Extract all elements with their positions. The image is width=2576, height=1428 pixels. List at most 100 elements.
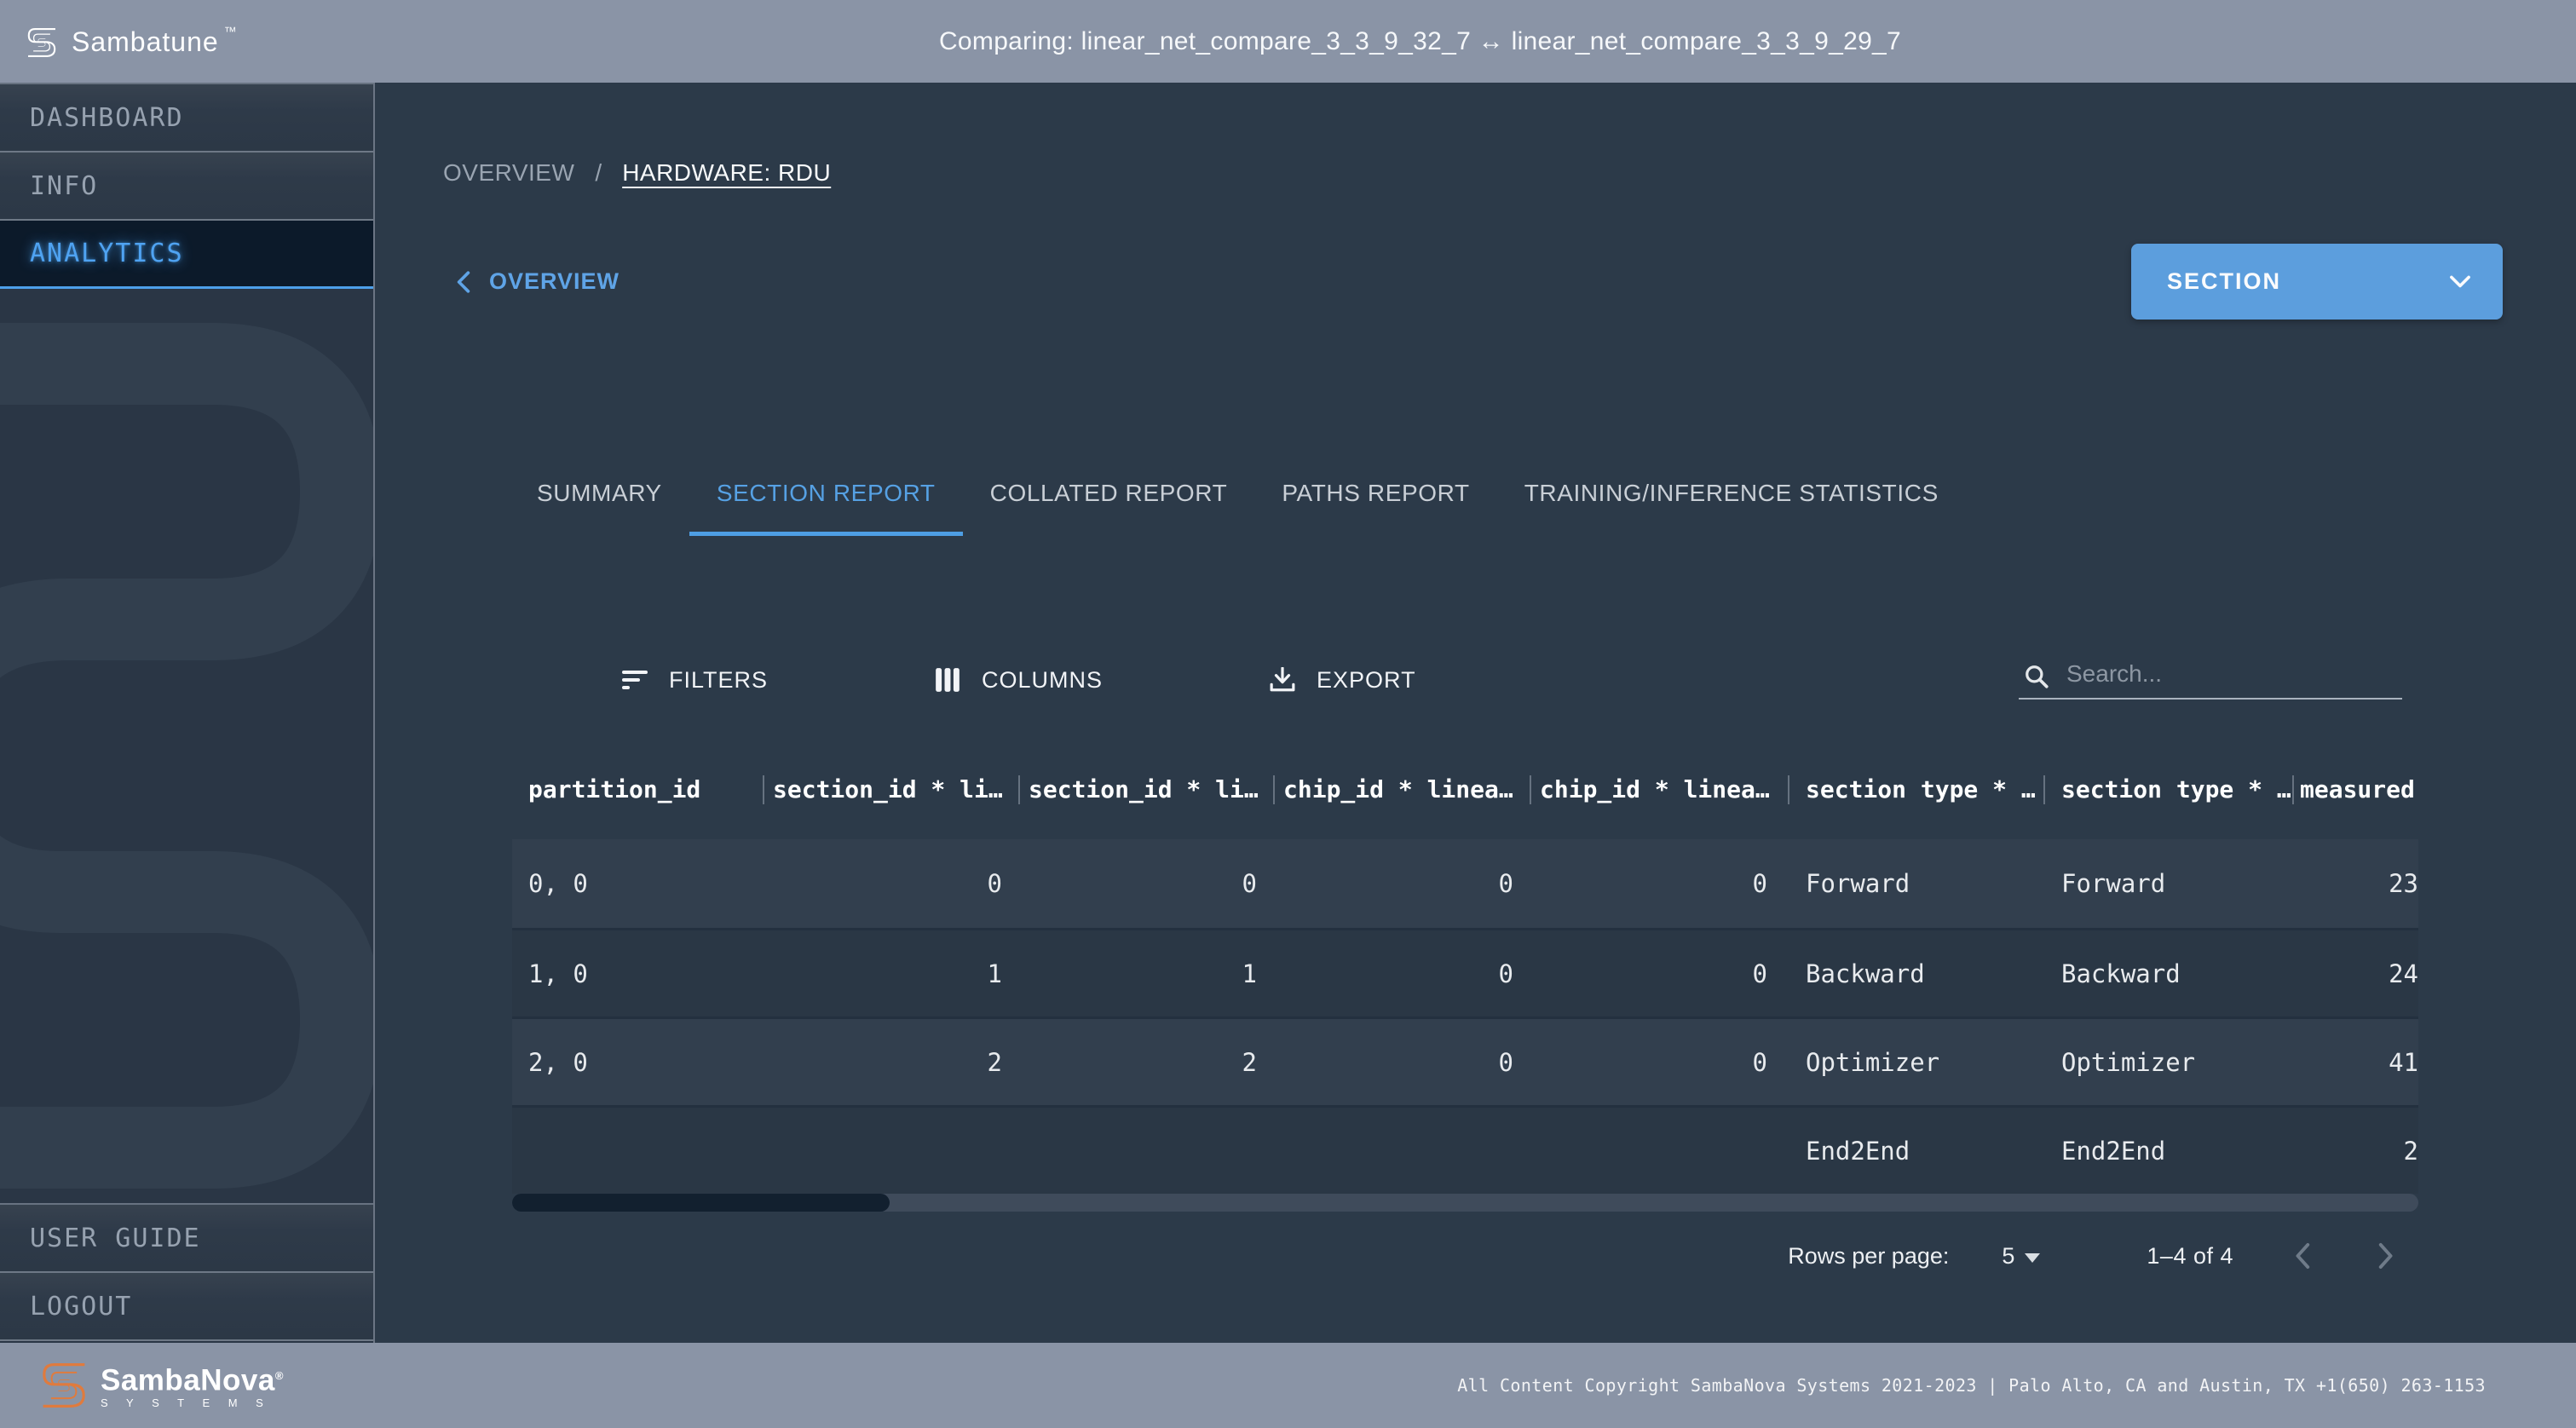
scrollbar-thumb[interactable] — [512, 1194, 890, 1212]
caret-down-icon — [2025, 1253, 2040, 1263]
table-cell: 1 — [763, 959, 1018, 988]
columns-icon — [934, 667, 961, 693]
table-cell: 0 — [1273, 869, 1530, 898]
columns-label: COLUMNS — [982, 667, 1103, 694]
sidebar-item-label: USER GUIDE — [30, 1224, 201, 1253]
table-cell: 2 — [1018, 1048, 1273, 1077]
rows-per-page-value: 5 — [2002, 1243, 2014, 1270]
section-dropdown-button[interactable]: SECTION — [2131, 244, 2503, 320]
table-row[interactable]: End2End End2End 2 — [512, 1105, 2418, 1194]
table-cell: Optimizer — [1788, 1048, 2043, 1077]
sidebar-item-label: DASHBOARD — [30, 103, 184, 133]
column-header-section-type-1[interactable]: section type * … — [1788, 773, 2043, 807]
next-page-button[interactable] — [2373, 1241, 2397, 1270]
sidebar-item-user-guide[interactable]: USER GUIDE — [0, 1205, 373, 1273]
tab-label: COLLATED REPORT — [990, 480, 1228, 507]
sidebar-item-label: LOGOUT — [30, 1292, 132, 1321]
copyright-text: All Content Copyright SambaNova Systems … — [1457, 1375, 2486, 1396]
search-input[interactable] — [2019, 660, 2402, 700]
column-header-chip-id-2[interactable]: chip_id * linea… — [1530, 773, 1788, 807]
sambanova-logo-icon — [39, 1358, 89, 1413]
table-header-row: partition_id section_id * li… section_id… — [512, 740, 2418, 839]
brand-name: Sambatune — [72, 20, 219, 64]
sambanova-watermark-icon — [0, 279, 375, 1233]
table-cell: Backward — [1788, 959, 2043, 988]
column-header-section-type-2[interactable]: section type * … — [2043, 773, 2292, 807]
table-row[interactable]: 1, 0 1 1 0 0 Backward Backward 24 — [512, 928, 2418, 1016]
comparison-title: Comparing: linear_net_compare_3_3_9_32_7… — [366, 27, 2576, 56]
breadcrumb: OVERVIEW / HARDWARE: RDU — [443, 159, 2576, 187]
table-cell: Backward — [2043, 959, 2292, 988]
tab-label: PATHS REPORT — [1282, 480, 1469, 507]
export-label: EXPORT — [1317, 667, 1416, 694]
table-cell: 1 — [1018, 959, 1273, 988]
column-header-partition-id[interactable]: partition_id — [512, 773, 763, 807]
export-button[interactable]: EXPORT — [1269, 667, 1416, 694]
table-cell: 0 — [763, 869, 1018, 898]
tab-label: SECTION REPORT — [717, 480, 936, 507]
pagination-range: 1–4 of 4 — [2147, 1243, 2233, 1270]
table-cell: 0 — [1530, 869, 1788, 898]
breadcrumb-separator: / — [595, 159, 602, 187]
report-tabs: SUMMARY SECTION REPORT COLLATED REPORT P… — [510, 455, 2576, 536]
back-link-label: OVERVIEW — [489, 268, 620, 295]
sidebar-item-label: INFO — [30, 171, 98, 201]
tab-label: TRAINING/INFERENCE STATISTICS — [1524, 480, 1939, 507]
main-content: OVERVIEW / HARDWARE: RDU OVERVIEW SECTIO… — [375, 83, 2576, 1343]
section-button-label: SECTION — [2167, 268, 2281, 295]
footer-brand-name: SambaNova — [101, 1363, 275, 1396]
table-cell: 0 — [1018, 869, 1273, 898]
table-cell: 24 — [2292, 959, 2418, 988]
chevron-left-icon — [453, 270, 474, 294]
table-row[interactable]: 0, 0 0 0 0 0 Forward Forward 23 — [512, 839, 2418, 928]
tab-collated-report[interactable]: COLLATED REPORT — [963, 455, 1255, 536]
table-cell: 0 — [1530, 959, 1788, 988]
sidebar-item-analytics[interactable]: ANALYTICS — [0, 221, 373, 289]
sidebar-item-logout[interactable]: LOGOUT — [0, 1273, 373, 1341]
table-cell: Forward — [1788, 869, 2043, 898]
table-cell: 41 — [2292, 1048, 2418, 1077]
table-cell: 0 — [1273, 959, 1530, 988]
brand-trademark: ™ — [224, 25, 237, 39]
column-header-section-id-1[interactable]: section_id * li… — [763, 773, 1018, 807]
column-header-chip-id-1[interactable]: chip_id * linea… — [1273, 773, 1530, 807]
table-cell: End2End — [2043, 1137, 2292, 1166]
breadcrumb-overview[interactable]: OVERVIEW — [443, 159, 574, 187]
table-cell: End2End — [1788, 1137, 2043, 1166]
sidebar: DASHBOARD INFO ANALYTICS USER GUIDE LOGO… — [0, 83, 375, 1343]
table-cell: 1, 0 — [512, 959, 763, 988]
breadcrumb-hardware-rdu[interactable]: HARDWARE: RDU — [622, 159, 831, 187]
chevron-down-icon — [2448, 274, 2472, 290]
filters-button[interactable]: FILTERS — [621, 667, 768, 694]
page-footer: SambaNova® S Y S T E M S All Content Cop… — [0, 1343, 2576, 1428]
search-box — [2019, 660, 2402, 700]
table-cell: 0 — [1530, 1048, 1788, 1077]
columns-button[interactable]: COLUMNS — [934, 667, 1103, 694]
tab-summary[interactable]: SUMMARY — [510, 455, 689, 536]
section-report-table: partition_id section_id * li… section_id… — [512, 740, 2418, 1194]
table-cell: 2, 0 — [512, 1048, 763, 1077]
table-cell: Forward — [2043, 869, 2292, 898]
rows-per-page-select[interactable]: 5 — [2002, 1243, 2040, 1270]
sidebar-nav-bottom: USER GUIDE LOGOUT — [0, 1203, 373, 1341]
table-cell: Optimizer — [2043, 1048, 2292, 1077]
footer-brand-sub: S Y S T E M S — [101, 1396, 284, 1409]
filter-icon — [621, 667, 648, 693]
sambatune-app: Sambatune ™ Comparing: linear_net_compar… — [0, 0, 2576, 1428]
table-row[interactable]: 2, 0 2 2 0 0 Optimizer Optimizer 41 — [512, 1016, 2418, 1105]
back-to-overview-link[interactable]: OVERVIEW — [453, 268, 620, 295]
column-header-section-id-2[interactable]: section_id * li… — [1018, 773, 1273, 807]
previous-page-button[interactable] — [2291, 1241, 2315, 1270]
brand: Sambatune ™ — [26, 20, 366, 64]
table-cell: 23 — [2292, 869, 2418, 898]
sidebar-item-info[interactable]: INFO — [0, 153, 373, 221]
tab-section-report[interactable]: SECTION REPORT — [689, 455, 963, 536]
horizontal-scrollbar[interactable] — [512, 1194, 2418, 1212]
sidebar-nav: DASHBOARD INFO ANALYTICS — [0, 83, 373, 289]
registered-mark: ® — [275, 1369, 284, 1382]
table-cell: 0 — [1273, 1048, 1530, 1077]
sidebar-item-dashboard[interactable]: DASHBOARD — [0, 84, 373, 153]
column-header-measured[interactable]: measured — [2292, 773, 2418, 807]
tab-paths-report[interactable]: PATHS REPORT — [1254, 455, 1496, 536]
tab-training-inference-statistics[interactable]: TRAINING/INFERENCE STATISTICS — [1497, 455, 1966, 536]
